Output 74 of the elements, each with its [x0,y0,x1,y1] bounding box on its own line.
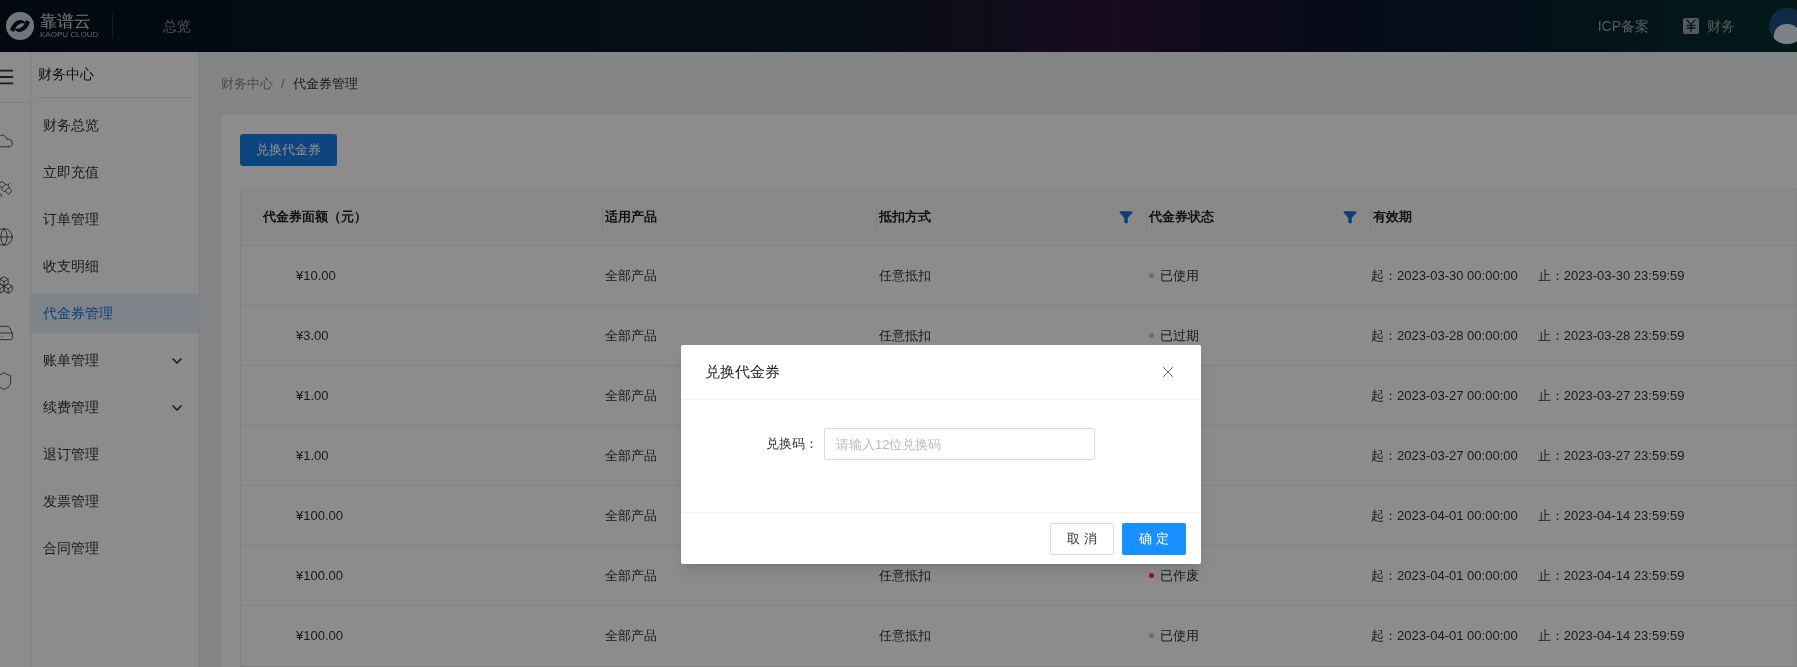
table-cell-text: 全部产品 [604,506,658,525]
top-link[interactable]: ICP备案 [1597,15,1649,37]
avatar[interactable] [1769,8,1797,44]
globe-icon[interactable] [0,227,14,247]
table-cell-text: 全部产品 [604,266,658,285]
column-header: 代金券面额（元） [263,208,367,227]
table-cell-text: ¥100.00 [295,566,344,585]
start-time: 起：2023-03-28 00:00:00 [1371,326,1518,345]
shield-icon[interactable] [0,371,14,391]
sidebar-item[interactable]: 续费管理 [31,388,199,427]
yen-icon [1683,18,1699,34]
table-cell-text: ¥1.00 [295,386,330,405]
table-cell-text: ¥100.00 [295,626,344,645]
table-cell-text: ¥10.00 [295,266,337,285]
field-label: 兑换码： [766,435,818,454]
end-time: 止：2023-03-27 23:59:59 [1537,386,1685,405]
end-time: 止：2023-03-27 23:59:59 [1537,446,1685,465]
status-text: 已使用 [1160,626,1199,645]
table-cell-text: ¥1.00 [295,446,330,465]
end-time: 止：2023-04-14 23:59:59 [1537,626,1685,645]
confirm-button[interactable]: 确 定 [1122,522,1186,555]
drive-icon[interactable] [0,323,14,343]
table-cell-text: ¥100.00 [295,506,344,525]
start-time: 起：2023-04-01 00:00:00 [1371,506,1518,525]
table-cell-text: 全部产品 [604,566,658,585]
table-cell-text: 全部产品 [604,626,658,645]
sidebar-item[interactable]: 立即充值 [31,153,199,192]
sidebar-item[interactable]: 订单管理 [31,200,199,239]
status-text: 已过期 [1160,326,1199,345]
code-input[interactable]: 请输入12位兑换码 [824,428,1095,460]
column-header: 抵扣方式 [879,208,931,227]
table-cell-text: 全部产品 [604,326,658,345]
table-cell-text: 任意抵扣 [878,267,931,283]
column-header: 适用产品 [605,208,657,227]
start-time: 起：2023-04-01 00:00:00 [1371,566,1518,585]
end-time: 止：2023-04-14 23:59:59 [1537,506,1685,525]
status-text: 已使用 [1160,266,1199,285]
logo-text: 靠谱云 [40,13,92,30]
cancel-button[interactable]: 取 消 [1050,522,1114,555]
redeem-button[interactable]: 兑换代金券 [240,134,337,166]
table-cell-text: ¥3.00 [295,326,330,345]
sidebar-item[interactable]: 收支明细 [31,247,199,286]
breadcrumb-link[interactable]: 代金券管理 [292,73,358,94]
start-time: 起：2023-03-27 00:00:00 [1371,386,1518,405]
sidebar-title: 财务中心 [38,65,94,84]
top-link[interactable]: 财务 [1683,15,1735,37]
sidebar-item[interactable]: 财务总览 [31,106,199,145]
logo-icon [4,10,36,42]
table-cell-text: 全部产品 [604,386,658,405]
table-cell-text: 任意抵扣 [878,567,931,583]
start-time: 起：2023-03-30 00:00:00 [1371,266,1518,285]
satellite-icon[interactable] [0,179,14,199]
sidebar-item[interactable]: 代金券管理 [31,294,199,333]
table-cell-text: 任意抵扣 [878,627,931,643]
sidebar-item[interactable]: 退订管理 [31,435,199,474]
status-text: 已作废 [1160,566,1199,585]
filter-icon[interactable] [1343,210,1357,224]
dialog-title: 兑换代金券 [705,361,780,382]
sidebar-item[interactable]: 发票管理 [31,482,199,521]
logo-subtitle: KAOPU CLOUD [40,31,99,39]
sidebar-item[interactable]: 账单管理 [31,341,199,380]
start-time: 起：2023-04-01 00:00:00 [1371,626,1518,645]
start-time: 起：2023-03-27 00:00:00 [1371,446,1518,465]
column-header: 有效期 [1373,208,1412,227]
end-time: 止：2023-04-14 23:59:59 [1537,566,1685,585]
end-time: 止：2023-03-28 23:59:59 [1537,326,1685,345]
table-cell-text: 任意抵扣 [878,327,931,343]
breadcrumb-separator: / [281,74,285,93]
filter-icon[interactable] [1119,210,1133,224]
table-cell-text: 全部产品 [604,446,658,465]
column-header: 代金券状态 [1149,208,1214,227]
cubes-icon[interactable] [0,275,14,295]
sidebar-item[interactable]: 合同管理 [31,529,199,568]
end-time: 止：2023-03-30 23:59:59 [1537,266,1685,285]
